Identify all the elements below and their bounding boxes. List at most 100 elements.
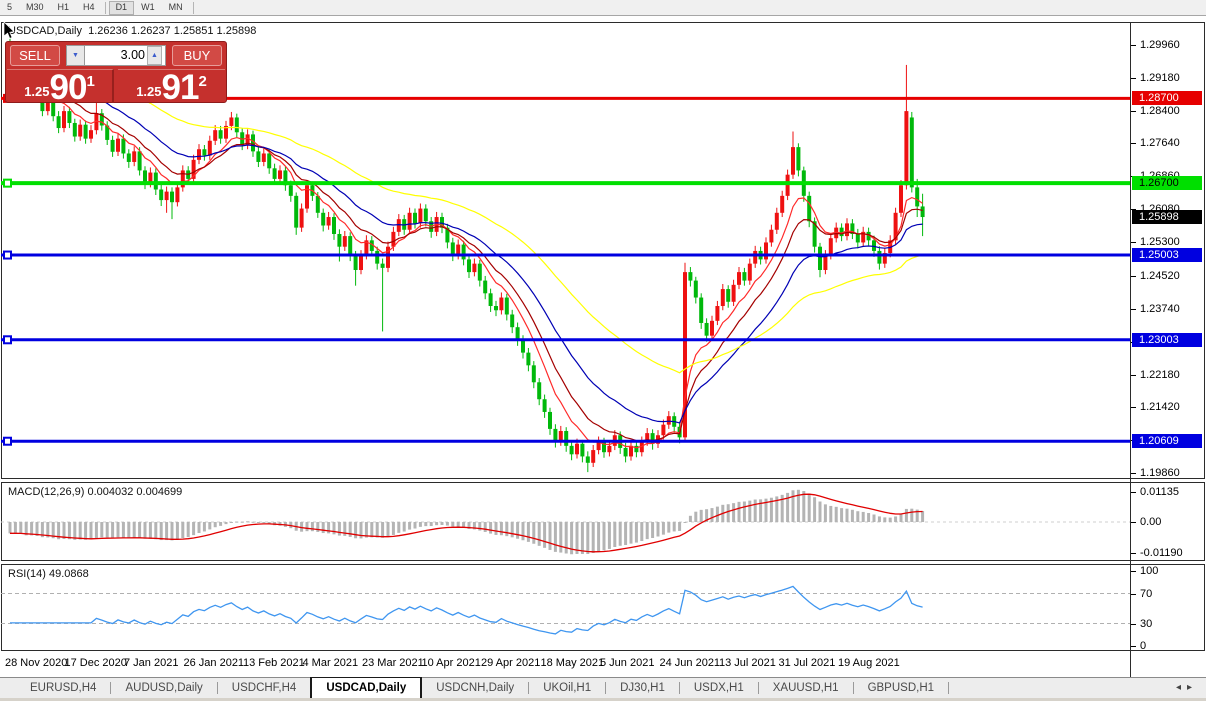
macd-bar <box>241 522 244 523</box>
candle-body <box>753 251 757 264</box>
date-label: 19 Aug 2021 <box>838 657 900 669</box>
sell-button[interactable]: SELL <box>10 45 60 66</box>
date-label: 28 Nov 2020 <box>5 657 67 669</box>
rsi-chart[interactable] <box>1 565 1130 650</box>
tab-usdcnh-daily[interactable]: USDCNH,Daily <box>422 678 528 698</box>
period-button-h1[interactable]: H1 <box>51 1 77 15</box>
tab-eurusd-h4[interactable]: EURUSD,H4 <box>16 678 110 698</box>
price-tick-label-tick <box>1131 375 1136 376</box>
price-tick-label-tick <box>1131 78 1136 79</box>
candle-body <box>273 168 277 179</box>
period-button-mn[interactable]: MN <box>162 1 190 15</box>
macd-bar <box>640 522 643 541</box>
candle-body <box>494 306 498 310</box>
macd-bar <box>511 522 514 537</box>
date-label: 13 Feb 2021 <box>243 657 305 669</box>
price-tick-label: 1.23740 <box>1140 303 1180 315</box>
macd-bar <box>738 502 741 522</box>
buy-button[interactable]: BUY <box>172 45 222 66</box>
rsi-tick-label-tick <box>1131 571 1136 572</box>
macd-bar <box>316 522 319 532</box>
date-axis[interactable]: 28 Nov 202017 Dec 20207 Jan 202126 Jan 2… <box>1 652 1205 677</box>
ohlc-values: 1.26236 1.26237 1.25851 1.25898 <box>88 25 256 37</box>
candle-body <box>327 217 331 225</box>
volume-value: 3.00 <box>121 48 145 62</box>
period-button-5[interactable]: 5 <box>0 1 19 15</box>
line-anchor-marker <box>4 180 11 187</box>
tab-usdchf-h4[interactable]: USDCHF,H4 <box>218 678 311 698</box>
level-price-box: 1.28700 <box>1132 91 1202 105</box>
candle-body <box>548 412 552 429</box>
candle-body <box>294 196 298 228</box>
candle-body <box>202 149 206 155</box>
macd-bar <box>576 522 579 554</box>
candle-body <box>516 327 520 340</box>
tab-separator <box>948 682 949 694</box>
candle-body <box>721 289 725 306</box>
period-button-h4[interactable]: H4 <box>76 1 102 15</box>
candle-body <box>823 255 827 270</box>
candle-body <box>354 255 358 270</box>
volume-dropdown-icon[interactable]: ▼ <box>66 45 85 66</box>
macd-bar <box>230 522 233 523</box>
date-label: 17 Dec 2020 <box>65 657 127 669</box>
candle-body <box>521 340 525 353</box>
candle-body <box>418 209 422 224</box>
candle-body <box>624 448 628 456</box>
chart-tab-bar[interactable]: EURUSD,H4AUDUSD,DailyUSDCHF,H4USDCAD,Dai… <box>0 678 1206 698</box>
candle-body <box>705 323 709 336</box>
tab-usdcad-daily[interactable]: USDCAD,Daily <box>310 677 422 698</box>
candle-body <box>483 281 487 294</box>
tab-scroll-left-icon[interactable]: ◂ <box>1176 682 1187 693</box>
macd-bar <box>311 522 314 531</box>
macd-bar <box>619 522 622 546</box>
candle-body <box>699 298 703 323</box>
macd-bar <box>262 522 265 523</box>
candle-body <box>337 234 341 247</box>
candle-body <box>694 281 698 298</box>
macd-bar <box>84 522 87 540</box>
candle-body <box>219 130 223 138</box>
macd-bar <box>559 522 562 553</box>
period-toolbar[interactable]: 5M30H1H4 D1W1MN <box>0 0 1206 16</box>
macd-bar <box>338 522 341 536</box>
macd-bar <box>144 522 147 539</box>
candle-body <box>67 111 71 123</box>
macd-bar <box>9 522 12 533</box>
volume-up-icon[interactable]: ▲ <box>147 46 162 65</box>
volume-input[interactable]: 3.00 ▲ <box>85 45 166 66</box>
macd-bar <box>678 522 681 531</box>
macd-bar <box>748 501 751 522</box>
macd-bar <box>856 511 859 522</box>
toolbar-separator <box>193 2 194 14</box>
tab-usdx-h1[interactable]: USDX,H1 <box>680 678 758 698</box>
period-button-m30[interactable]: M30 <box>19 1 51 15</box>
date-label: 18 May 2021 <box>541 657 605 669</box>
macd-bar <box>802 491 805 522</box>
macd-bar <box>505 522 508 536</box>
candle-body <box>737 272 741 285</box>
rsi-tick-label-tick <box>1131 646 1136 647</box>
tab-audusd-daily[interactable]: AUDUSD,Daily <box>111 678 216 698</box>
period-button-w1[interactable]: W1 <box>134 1 162 15</box>
tab-scroll-arrows[interactable]: ◂▸ <box>1176 682 1198 693</box>
candle-body <box>840 228 844 236</box>
macd-bar <box>106 522 109 537</box>
tab-scroll-right-icon[interactable]: ▸ <box>1187 682 1198 693</box>
candle-body <box>537 382 541 399</box>
sell-price-display[interactable]: 1.25 90 1 <box>7 69 114 103</box>
buy-price-display[interactable]: 1.25 91 2 <box>118 69 225 103</box>
macd-bar <box>181 522 184 538</box>
macd-bar <box>403 522 406 532</box>
date-label: 24 Jun 2021 <box>660 657 721 669</box>
macd-bar <box>133 522 136 538</box>
price-tick-label-tick <box>1131 143 1136 144</box>
macd-tick-label: -0.01190 <box>1140 547 1183 559</box>
candle-body <box>748 264 752 281</box>
period-button-d1[interactable]: D1 <box>109 1 135 15</box>
tab-dj30-h1[interactable]: DJ30,H1 <box>606 678 679 698</box>
tab-xauusd-h1[interactable]: XAUUSD,H1 <box>759 678 853 698</box>
tab-ukoil-h1[interactable]: UKOil,H1 <box>529 678 605 698</box>
candle-body <box>467 259 471 272</box>
tab-gbpusd-h1[interactable]: GBPUSD,H1 <box>854 678 948 698</box>
